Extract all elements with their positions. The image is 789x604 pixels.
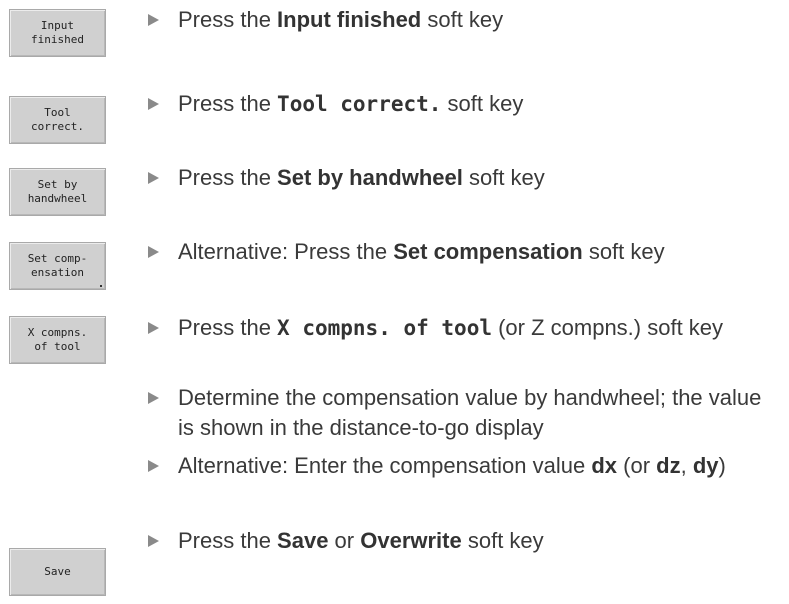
softkey-name: Set by handwheel [277,165,463,190]
step-text: soft key [441,91,524,116]
bullet-triangle-icon [148,98,159,110]
bullet-triangle-icon [148,460,159,472]
step-tool-correct: Press the Tool correct. soft key [148,89,778,119]
softkey-name-overwrite: Overwrite [360,528,462,553]
set-compensation-softkey[interactable]: Set comp- ensation [9,242,106,290]
tool-correct-softkey[interactable]: Tool correct. [9,96,106,144]
step-text: Determine the compensation value by hand… [178,385,762,440]
step-text: or [328,528,361,553]
step-text: , [680,453,693,478]
softkey-name: X compns. of tool [277,316,492,340]
step-set-by-handwheel: Press the Set by handwheel soft key [148,163,778,193]
set-compensation-label: Set comp- ensation [27,252,88,279]
step-set-compensation: Alternative: Press the Set compensation … [148,237,778,267]
step-text: soft key [462,165,545,190]
step-enter-value: Alternative: Enter the compensation valu… [148,451,778,481]
value-dy: dy [692,453,719,478]
x-compns-of-tool-softkey[interactable]: X compns. of tool [9,316,106,364]
softkey-name-save: Save [277,528,329,553]
step-input-finished: Press the Input finished soft key [148,5,778,35]
bullet-triangle-icon [148,172,159,184]
step-text: Press the [178,315,278,340]
step-text: (or Z compns.) soft key [491,315,724,340]
bullet-triangle-icon [148,392,159,404]
step-text: (or [617,453,657,478]
input-finished-softkey[interactable]: Input finished [9,9,106,57]
step-text: Alternative: Enter the compensation valu… [178,453,592,478]
value-dz: dz [656,453,681,478]
save-softkey[interactable]: Save [9,548,106,596]
softkey-name: Tool correct. [277,92,442,116]
softkey-name: Set compensation [393,239,583,264]
step-text: Press the [178,91,278,116]
bullet-triangle-icon [148,246,159,258]
step-determine-value: Determine the compensation value by hand… [148,383,778,443]
step-text: ) [718,453,726,478]
step-text: soft key [421,7,504,32]
bullet-triangle-icon [148,322,159,334]
step-text: soft key [582,239,665,264]
step-text: Alternative: Press the [178,239,394,264]
step-text: Press the [178,165,278,190]
value-dx: dx [591,453,618,478]
step-text: Press the [178,7,278,32]
step-text: soft key [461,528,544,553]
step-text: Press the [178,528,278,553]
bullet-triangle-icon [148,535,159,547]
submenu-marker-icon [100,285,102,287]
set-by-handwheel-softkey[interactable]: Set by handwheel [9,168,106,216]
bullet-triangle-icon [148,14,159,26]
step-save: Press the Save or Overwrite soft key [148,526,778,556]
softkey-name: Input finished [277,7,422,32]
step-x-compns: Press the X compns. of tool (or Z compns… [148,313,778,343]
